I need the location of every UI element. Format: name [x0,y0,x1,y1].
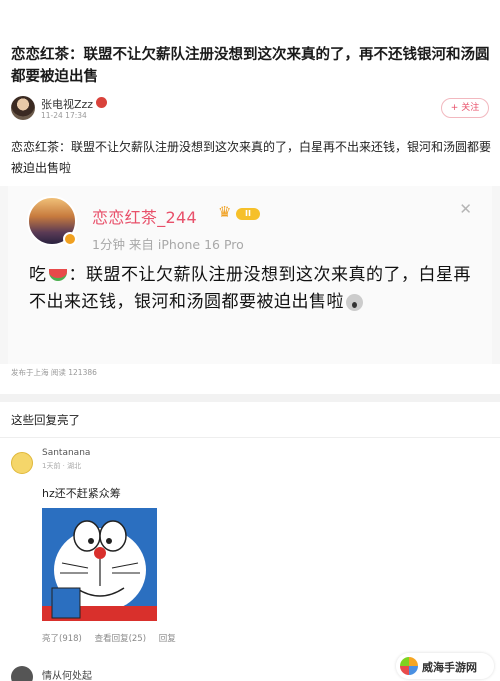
section-line [0,437,500,438]
watermark: 威海手游网 [396,653,494,679]
comment-item: Santanana 1天前 · 湖北 hz还不赶紧众筹 亮了(918) 查看回复… [0,448,500,666]
author-avatar[interactable] [11,96,35,120]
comment-image[interactable] [42,508,157,621]
post-body: 恋恋红茶：联盟不让欠薪队注册没想到这次来真的了，白星再不出来还钱，银河和汤圆都要… [11,140,492,175]
watermark-text: 威海手游网 [422,661,477,674]
author-time: 11-24 17:34 [41,111,87,120]
author-name[interactable]: 张电视Zzz [41,96,93,112]
comments-section-title: 这些回复亮了 [11,413,80,427]
close-icon: ✕ [459,200,472,218]
post-footer: 发布于上海 阅读 121386 [11,368,97,377]
level-badge: II [236,208,260,220]
shock-emoji-icon [346,293,363,311]
embed-card: 恋恋红茶_244 ♛ II 1分钟 来自 iPhone 16 Pro ✕ 吃：联… [8,186,492,364]
reply-button[interactable]: 回复 [159,634,176,644]
watermark-logo-icon [400,657,418,675]
embed-text-body: ：联盟不让欠薪队注册没想到这次来真的了，白星再不出来还钱，银河和汤圆都要被迫出售… [29,265,471,312]
section-divider [0,394,500,402]
follow-button[interactable]: + 关注 [441,98,489,118]
author-badge-icon [96,97,107,108]
comment-time: 1天前 · 湖北 [42,462,82,470]
comment-actions: 亮了(918) 查看回复(25) 回复 [42,632,186,644]
author-row: 张电视Zzz 11-24 17:34 + 关注 [11,94,489,122]
comment-avatar[interactable] [11,452,33,474]
view-replies-button[interactable]: 查看回复(25) [95,634,146,644]
post-title: 恋恋红茶：联盟不让欠薪队注册没想到这次来真的了，再不还钱银河和汤圆都要被迫出售 [11,47,490,85]
verified-badge-icon [63,232,77,246]
comment-username-2[interactable]: 情从何处起 [42,667,92,681]
embed-text: 吃：联盟不让欠薪队注册没想到这次来真的了，白星再不出来还钱，银河和汤圆都要被迫出… [29,262,479,316]
like-button[interactable]: 亮了(918) [42,634,82,644]
watermelon-icon [48,269,67,281]
embed-text-prefix: 吃 [29,265,47,285]
embed-meta: 1分钟 来自 iPhone 16 Pro [92,237,244,252]
crown-icon: ♛ [218,203,232,221]
comment-username[interactable]: Santanana [42,448,90,458]
comment-avatar-2[interactable] [11,666,33,681]
embedded-screenshot: 恋恋红茶_244 ♛ II 1分钟 来自 iPhone 16 Pro ✕ 吃：联… [0,186,500,364]
embed-username: 恋恋红茶_244 [92,208,197,227]
doraemon-image [42,508,157,621]
comment-text: hz还不赶紧众筹 [42,487,121,500]
